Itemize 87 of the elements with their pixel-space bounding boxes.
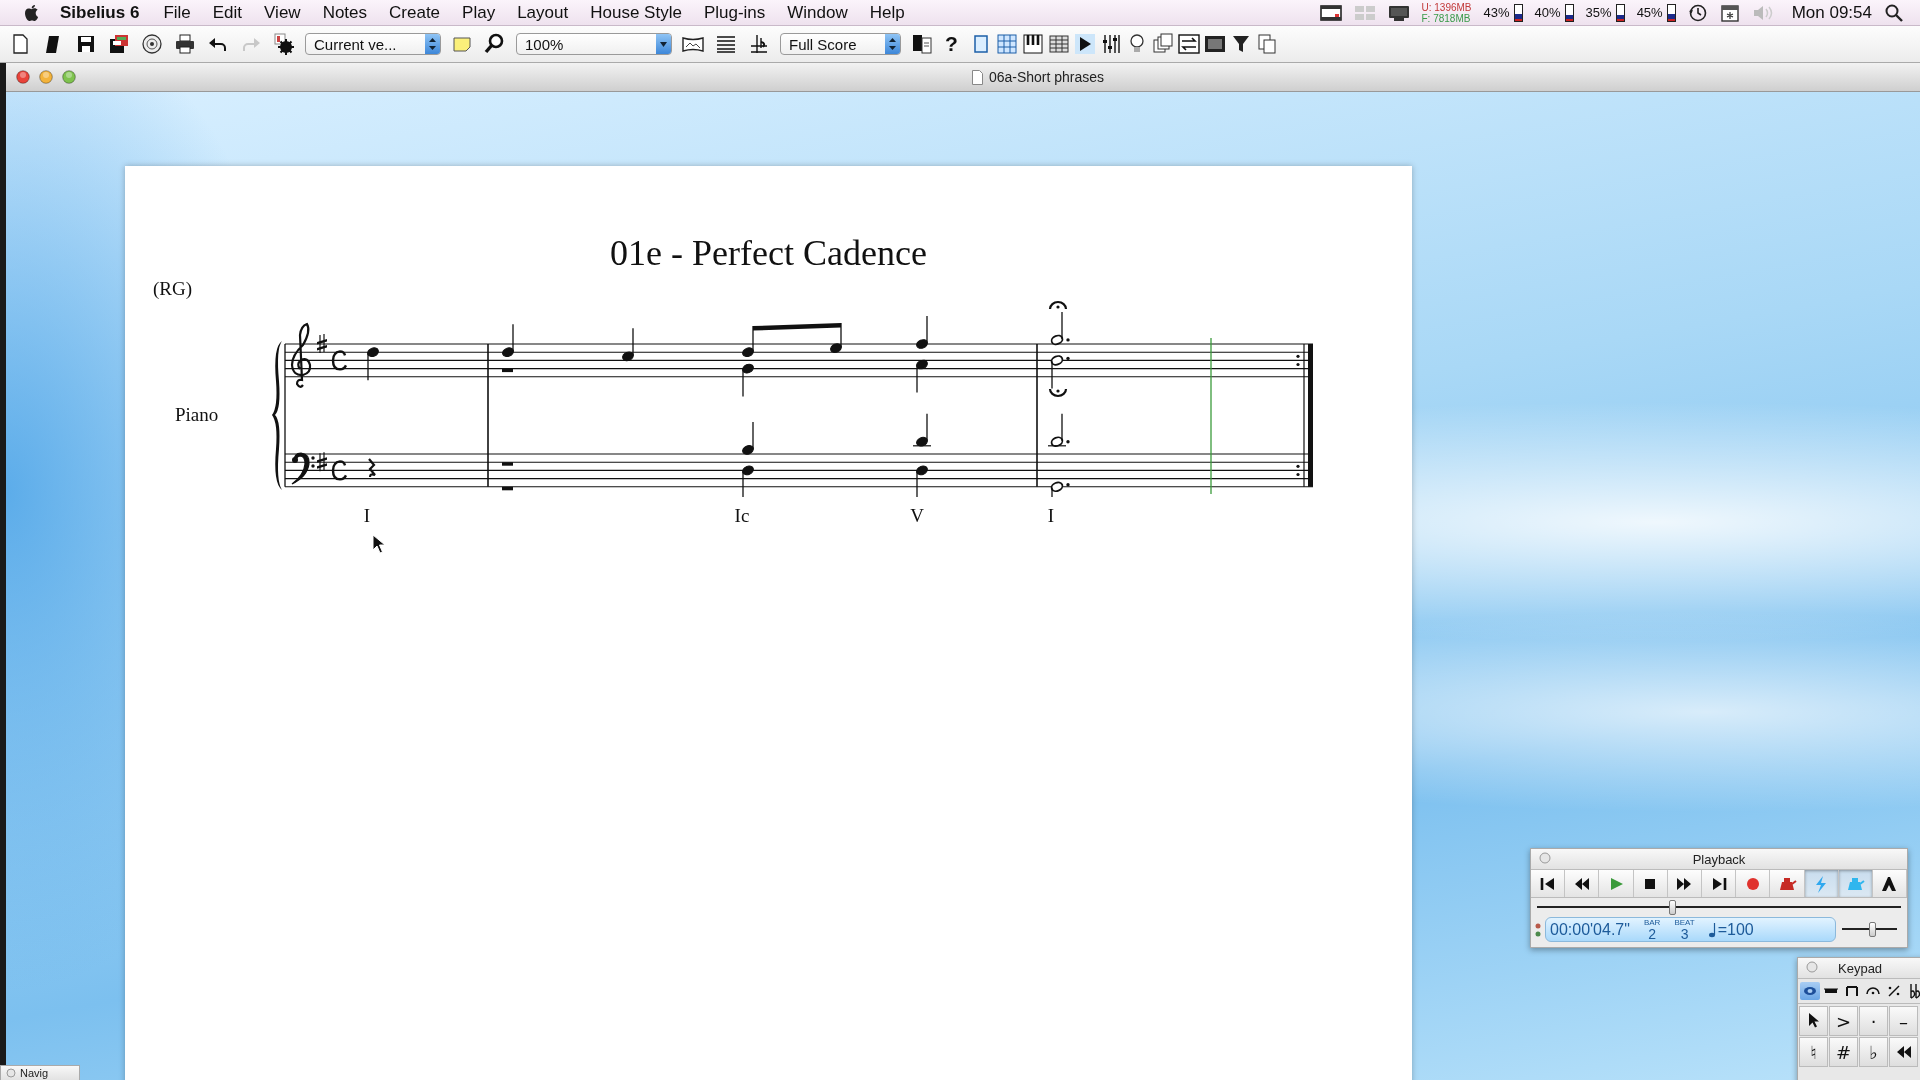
arrow-pointer-key[interactable] [1799,1006,1828,1036]
zoom-button[interactable] [62,70,76,84]
slider-thumb[interactable] [1668,900,1676,915]
menu-item[interactable]: Window [776,2,859,23]
counter-value: 2 [1648,927,1657,941]
stop-button[interactable] [1633,870,1668,897]
keypad-key[interactable]: – [1889,1006,1918,1036]
counter-label: BEAT [1674,918,1695,927]
time-text: 00:00'04.7" [1550,920,1630,939]
film-icon[interactable] [1319,3,1342,22]
kettle-button[interactable] [1770,870,1805,897]
cursor-icon [372,534,386,554]
print-icon[interactable] [173,32,197,56]
menu-item[interactable]: View [253,2,312,23]
cpu-reading: 43% [1483,5,1510,20]
window-title: 06a-Short phrases [988,69,1105,85]
chord-symbol: Ic [734,505,750,527]
zoom-select[interactable]: 100% [516,33,672,55]
counter-label: BAR [1643,918,1661,927]
menu-item[interactable]: House Style [579,2,693,23]
keypad-key[interactable]: ♭ [1859,1037,1888,1067]
quarter-note-icon [1708,921,1717,938]
version-select[interactable]: Current ve... [305,33,441,55]
stepper-arrows-icon [429,38,436,50]
chord-symbol: I [1047,505,1055,527]
grid-view-icon[interactable] [994,32,1019,56]
keypad-key[interactable]: ♮ [1799,1037,1828,1067]
menu-item[interactable]: Notes [311,2,379,23]
score-title: 01e - Perfect Cadence [610,232,927,274]
fast-forward-button[interactable] [1667,870,1702,897]
rewind-icon [1895,1043,1912,1061]
cpu-reading: 40% [1534,5,1561,20]
triangle-button[interactable] [1872,870,1908,897]
menu-item[interactable]: Create [378,2,452,23]
play-icon[interactable] [1072,32,1097,56]
calendar-icon[interactable] [1719,2,1740,23]
keyboard-icon[interactable] [1020,32,1045,56]
memory-free-text: F: 7818MB [1421,12,1472,24]
slider-thumb[interactable] [1868,922,1876,937]
dropdown-arrow-icon [660,41,667,47]
help-button[interactable]: ? [943,32,960,56]
keypad-key[interactable]: > [1829,1006,1858,1036]
stepper-arrows-icon [889,38,896,50]
menu-item[interactable]: Play [451,2,507,23]
monitor-icon[interactable] [1387,3,1410,22]
close-button[interactable] [16,70,30,84]
double-flat-icon [1907,983,1920,999]
menu-item[interactable]: Edit [201,2,254,23]
panel-title: Keypad [1838,960,1883,976]
rewind-key[interactable] [1889,1037,1918,1067]
windows-icon[interactable] [1150,32,1175,56]
close-button[interactable] [6,1068,16,1078]
go-to-end-button[interactable] [1701,870,1737,897]
instrument-name: Piano [175,404,219,426]
beam-icon [1844,983,1860,999]
cpu-reading: 45% [1636,5,1663,20]
parts-icon[interactable] [910,32,934,56]
memory-used-text: U: 1396MB [1421,1,1472,13]
search-icon[interactable] [1884,2,1904,23]
keypad-key[interactable]: # [1829,1037,1858,1067]
cpu-reading: 35% [1585,5,1612,20]
clock-icon[interactable] [1687,2,1708,23]
gear-icon[interactable] [272,32,296,56]
rewind-button[interactable] [1565,870,1600,897]
menu-item[interactable]: Layout [506,2,580,23]
panel-title: Navig [20,1067,49,1079]
go-to-start-button[interactable] [1531,870,1566,897]
keypad-key[interactable]: · [1859,1006,1888,1036]
view-select[interactable]: Full Score [780,33,901,55]
composer-text: (RG) [153,278,193,300]
counter-value: 3 [1680,927,1689,941]
panel-title: Playback [1692,851,1746,867]
tempo-text: =100 [1717,920,1754,939]
menu-item[interactable]: File [152,2,202,23]
clock-text[interactable]: Mon 09:54 [1791,2,1872,23]
save-all-icon[interactable] [107,32,131,56]
slash-icon [1886,983,1902,999]
disc-icon[interactable] [140,32,164,56]
swap-icon[interactable] [1176,32,1201,56]
app-menu[interactable]: Sibelius 6 [42,2,153,23]
chord-symbol: V [910,505,924,527]
chord-symbol: I [363,505,371,527]
record-button[interactable] [1736,870,1771,897]
document-icon [971,69,983,85]
menu-item[interactable]: Plug-ins [692,2,777,23]
status-lights-icon [1535,921,1541,938]
menu-item[interactable]: Help [858,2,916,23]
